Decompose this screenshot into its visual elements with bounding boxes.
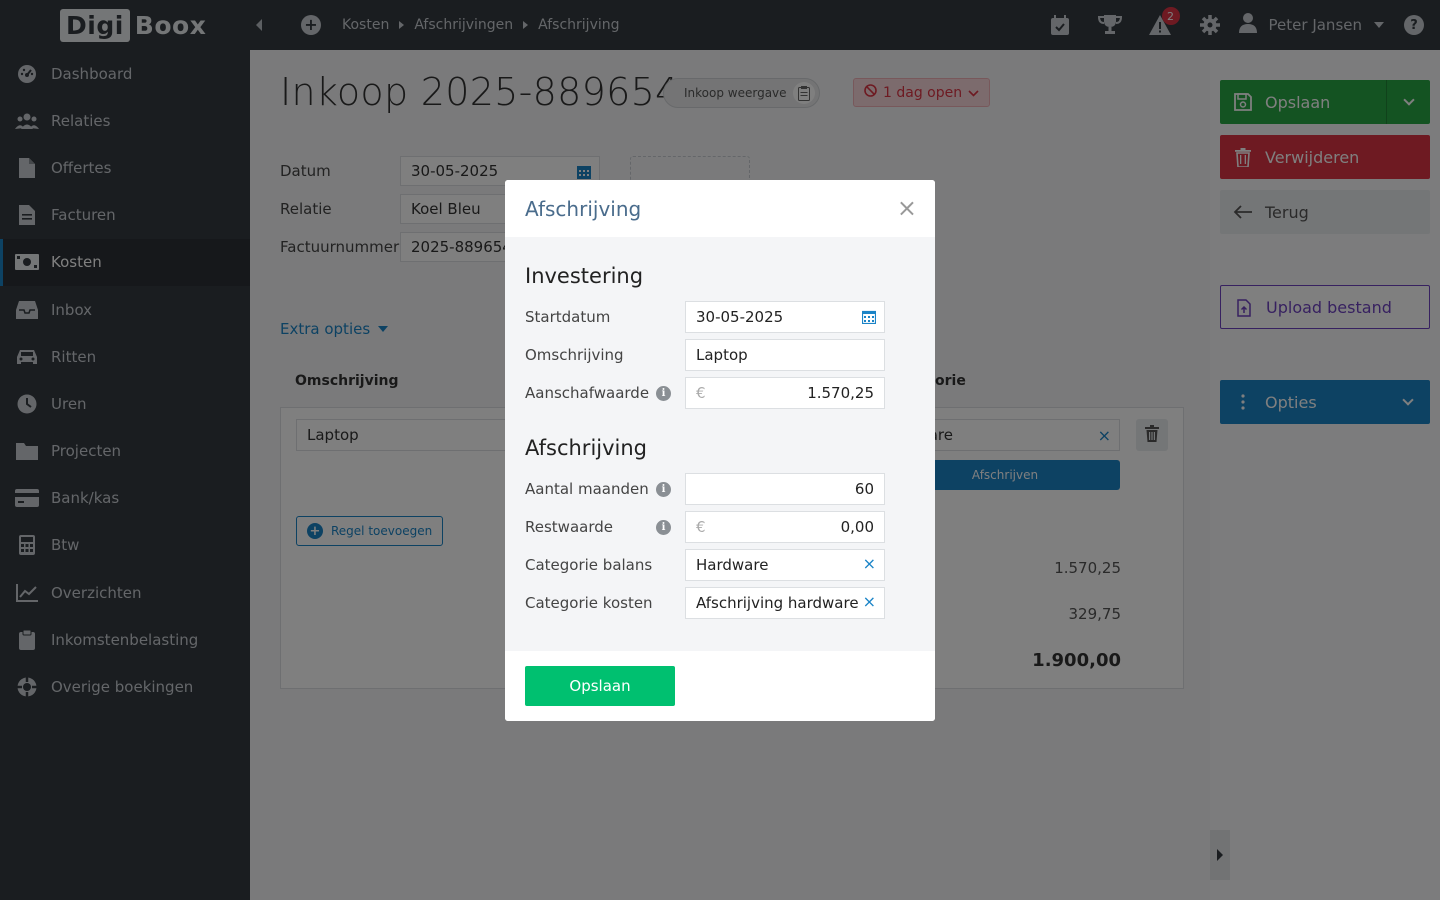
modal-body: Investering Startdatum 30-05-2025 Omschr… bbox=[505, 237, 935, 651]
modal-header: Afschrijving × bbox=[505, 180, 935, 237]
startdatum-input[interactable]: 30-05-2025 bbox=[685, 301, 885, 333]
categorie-balans-label: Categorie balans bbox=[525, 556, 653, 574]
section-heading-investering: Investering bbox=[525, 264, 644, 288]
categorie-kosten-label: Categorie kosten bbox=[525, 594, 653, 612]
categorie-kosten-value: Afschrijving hardware bbox=[696, 594, 859, 612]
aantal-maanden-label: Aantal maanden bbox=[525, 480, 649, 498]
calendar-icon[interactable] bbox=[861, 309, 877, 328]
startdatum-label: Startdatum bbox=[525, 308, 611, 326]
modal-save-button[interactable]: Opslaan bbox=[525, 666, 675, 706]
omschrijving-input[interactable]: Laptop bbox=[685, 339, 885, 371]
aanschafwaarde-input[interactable]: € 1.570,25 bbox=[685, 377, 885, 409]
aanschafwaarde-label: Aanschafwaarde bbox=[525, 384, 650, 402]
afschrijving-modal: Afschrijving × Investering Startdatum 30… bbox=[505, 180, 935, 721]
currency-symbol: € bbox=[696, 518, 706, 536]
aantal-maanden-input[interactable]: 60 bbox=[685, 473, 885, 505]
info-icon[interactable]: i bbox=[656, 482, 671, 497]
startdatum-value: 30-05-2025 bbox=[696, 308, 784, 326]
modal-footer: Opslaan bbox=[505, 651, 935, 721]
categorie-balans-value: Hardware bbox=[696, 556, 769, 574]
restwaarde-value: 0,00 bbox=[840, 518, 874, 536]
close-icon[interactable]: × bbox=[897, 196, 917, 220]
omschrijving-label: Omschrijving bbox=[525, 346, 624, 364]
currency-symbol: € bbox=[696, 384, 706, 402]
info-icon[interactable]: i bbox=[656, 520, 671, 535]
aanschafwaarde-value: 1.570,25 bbox=[807, 384, 874, 402]
categorie-kosten-select[interactable]: Afschrijving hardware × bbox=[685, 587, 885, 619]
categorie-balans-select[interactable]: Hardware × bbox=[685, 549, 885, 581]
modal-title: Afschrijving bbox=[525, 196, 642, 221]
clear-icon[interactable]: × bbox=[863, 594, 876, 610]
restwaarde-input[interactable]: € 0,00 bbox=[685, 511, 885, 543]
info-icon[interactable]: i bbox=[656, 386, 671, 401]
clear-icon[interactable]: × bbox=[863, 556, 876, 572]
section-heading-afschrijving: Afschrijving bbox=[525, 436, 648, 460]
restwaarde-label: Restwaarde bbox=[525, 518, 613, 536]
